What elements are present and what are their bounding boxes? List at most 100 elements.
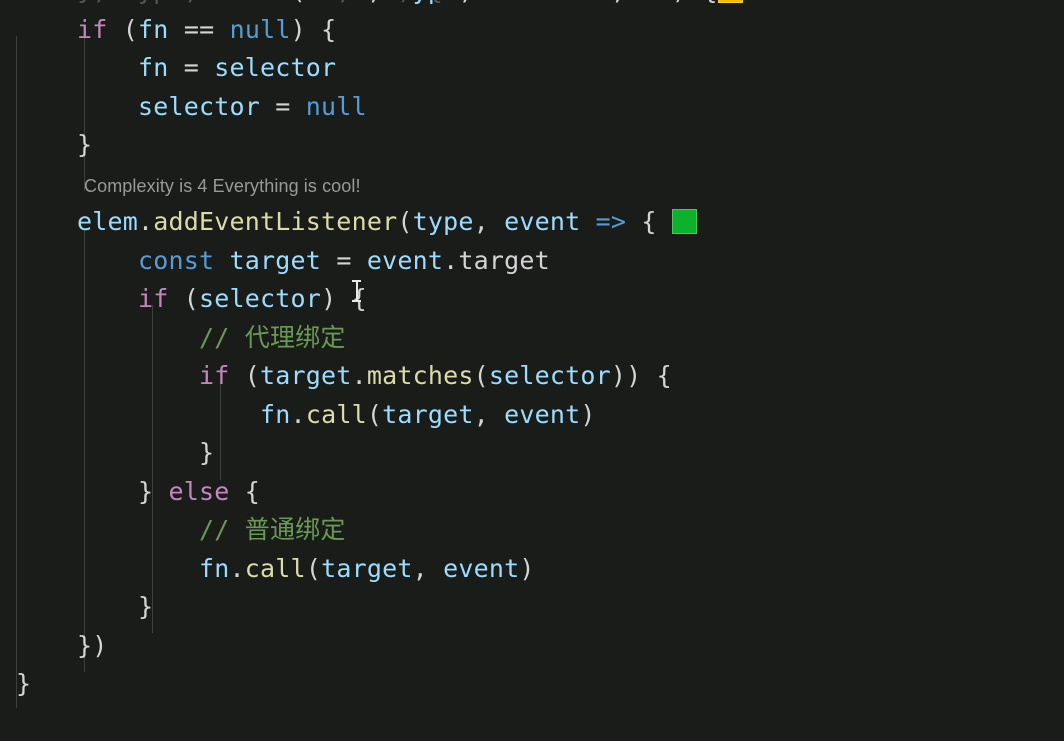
token: addEventListener xyxy=(153,207,398,236)
token: ) { xyxy=(321,284,367,313)
token: selector xyxy=(214,53,337,82)
complexity-codelens[interactable]: Complexity is 4 Everything is cool! xyxy=(84,176,361,196)
token: function xyxy=(16,0,138,5)
token: bindEvent xyxy=(153,0,290,5)
token: matches xyxy=(366,361,474,390)
token: type xyxy=(397,0,458,5)
code-line-4[interactable]: selector = null xyxy=(0,88,1064,127)
code-line-17[interactable]: } xyxy=(0,588,1064,627)
token: target xyxy=(458,245,550,275)
code-line-5[interactable]: } xyxy=(0,126,1064,165)
token: event xyxy=(504,207,581,236)
token: ) { xyxy=(290,14,337,44)
token: call xyxy=(244,553,306,583)
code-line-8[interactable]: const target = event.target xyxy=(0,242,1064,281)
token: fn xyxy=(138,53,169,82)
token: ( xyxy=(291,0,306,5)
token: event xyxy=(504,399,581,429)
token: ( xyxy=(397,207,413,236)
token: ( xyxy=(366,399,383,429)
token: fn xyxy=(138,14,169,44)
code-line-11[interactable]: if (target.matches(selector)) { xyxy=(0,357,1064,396)
token: event xyxy=(443,553,520,583)
token: target xyxy=(321,553,413,583)
code-line-3[interactable]: fn = selector xyxy=(0,49,1064,88)
token: { xyxy=(626,207,672,236)
token: selector xyxy=(489,0,611,5)
code-line-12[interactable]: fn.call(target, event) xyxy=(0,396,1064,435)
code-line-14[interactable]: } else { xyxy=(0,473,1064,512)
token: } xyxy=(16,669,32,698)
code-line-15[interactable]: // 普通绑定 xyxy=(0,511,1064,550)
token: == xyxy=(168,14,230,44)
token: if xyxy=(199,361,230,390)
token: , xyxy=(473,207,505,236)
token: = xyxy=(321,245,367,275)
token: . xyxy=(229,553,245,583)
code-line-2[interactable]: if (fn == null) { xyxy=(0,11,1064,50)
token: => xyxy=(595,207,627,236)
token: selector xyxy=(138,91,261,121)
code-line-18[interactable]: }) xyxy=(0,627,1064,666)
token: , xyxy=(367,0,398,5)
token: if xyxy=(138,284,169,313)
code-editor-canvas[interactable]: }, type, selector, fn) { function bindEv… xyxy=(0,0,1064,741)
token: ) xyxy=(519,553,535,583)
token: )) { xyxy=(610,361,672,390)
code-line-9[interactable]: if (selector) { xyxy=(0,280,1064,319)
token: elem xyxy=(77,207,139,236)
token: selector xyxy=(199,284,322,313)
token: } xyxy=(16,592,154,621)
token: event xyxy=(366,245,444,275)
token: fn xyxy=(641,0,672,5)
token: } xyxy=(16,130,93,159)
token: ( xyxy=(473,361,489,390)
token: ( xyxy=(229,361,261,390)
code-lines[interactable]: function bindEvent(elem, type, selector,… xyxy=(0,0,1064,704)
token: target xyxy=(260,361,352,390)
token: = xyxy=(168,53,215,82)
token: , xyxy=(458,0,489,5)
token: selector xyxy=(488,361,611,390)
token: ( xyxy=(305,553,322,583)
token: // 代理绑定 xyxy=(199,322,346,352)
token: . xyxy=(138,207,154,236)
complexity-marker-yellow-swatch[interactable] xyxy=(717,0,743,3)
token: fn xyxy=(199,553,230,583)
code-line-19[interactable]: } xyxy=(0,665,1064,704)
token: { xyxy=(229,476,261,506)
token: ) xyxy=(580,399,596,429)
token: = xyxy=(260,91,306,121)
token: null xyxy=(305,91,367,121)
token: // 普通绑定 xyxy=(199,515,346,544)
token: . xyxy=(290,399,306,429)
token: type xyxy=(412,207,474,236)
token: else xyxy=(168,476,230,506)
code-line-10[interactable]: // 代理绑定 xyxy=(0,319,1064,358)
token: ( xyxy=(168,284,200,313)
code-line-7[interactable]: elem.addEventListener(type, event => { xyxy=(0,203,1064,242)
token: } xyxy=(16,476,169,506)
token: }) xyxy=(16,630,108,660)
code-line-6[interactable]: Complexity is 4 Everything is cool! xyxy=(0,165,1064,204)
token: } xyxy=(16,438,215,467)
code-line-16[interactable]: fn.call(target, event) xyxy=(0,550,1064,589)
complexity-marker-green-swatch[interactable] xyxy=(671,209,697,234)
code-line-1[interactable]: function bindEvent(elem, type, selector,… xyxy=(0,0,1064,11)
token: ( xyxy=(107,14,139,44)
token: call xyxy=(305,399,367,429)
code-line-13[interactable]: } xyxy=(0,434,1064,473)
token: fn xyxy=(260,399,291,429)
